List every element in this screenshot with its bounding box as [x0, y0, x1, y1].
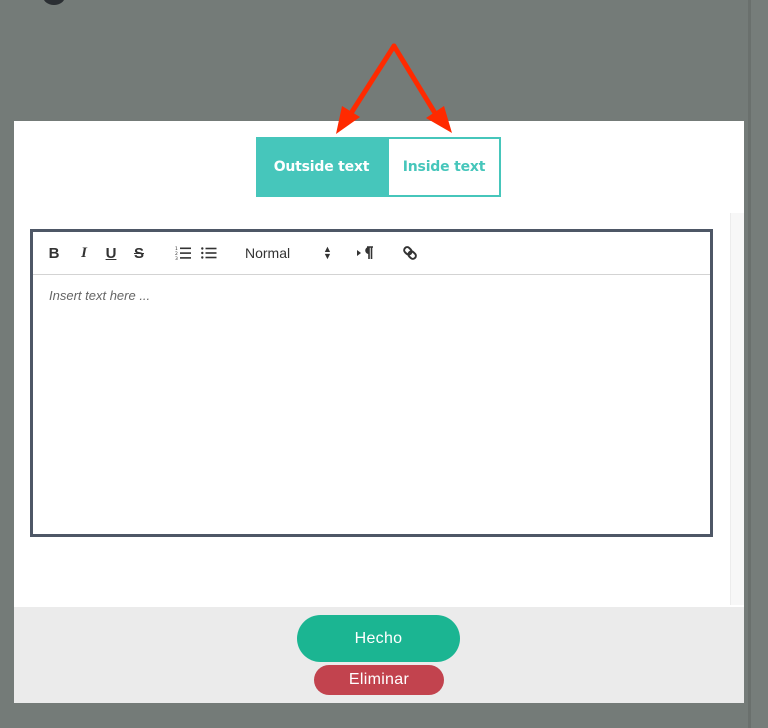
annotation-arrows-icon [336, 43, 452, 134]
link-icon [403, 246, 417, 260]
ordered-list-icon: 1 2 3 [175, 246, 191, 260]
rich-text-editor: B I U S 1 2 3 Normal ▲ ▼ Insert text her… [30, 229, 713, 537]
editor-toolbar: B I U S 1 2 3 Normal ▲ ▼ [33, 232, 710, 275]
done-button[interactable]: Hecho [297, 615, 460, 662]
bullet-list-icon [201, 247, 217, 259]
svg-text:3: 3 [175, 256, 178, 260]
editor-placeholder[interactable]: Insert text here ... [49, 288, 150, 303]
modal-scrollbar[interactable] [730, 213, 744, 605]
heading-select-value: Normal [245, 245, 291, 261]
text-mode-tabs: Outside text Inside text [256, 137, 501, 197]
bullet-list-button[interactable] [201, 242, 217, 264]
modal-footer: Hecho Eliminar [14, 607, 744, 703]
delete-button[interactable]: Eliminar [314, 665, 444, 695]
text-edit-modal: Outside text Inside text B I U S 1 2 3 N… [14, 121, 744, 703]
underline-button[interactable]: U [103, 242, 119, 264]
italic-button[interactable]: I [77, 242, 91, 264]
select-caret-icon: ▲ ▼ [323, 244, 332, 261]
bold-button[interactable]: B [47, 242, 61, 264]
text-direction-button[interactable] [357, 242, 375, 264]
tab-inside-text[interactable]: Inside text [387, 137, 501, 197]
heading-select[interactable]: Normal ▲ ▼ [245, 242, 335, 264]
ordered-list-button[interactable]: 1 2 3 [175, 242, 191, 264]
insert-link-button[interactable] [401, 242, 419, 264]
tab-outside-text[interactable]: Outside text [256, 137, 387, 197]
strikethrough-button[interactable]: S [131, 242, 147, 264]
paragraph-direction-icon [357, 246, 373, 259]
page-scrollbar[interactable] [751, 0, 768, 728]
